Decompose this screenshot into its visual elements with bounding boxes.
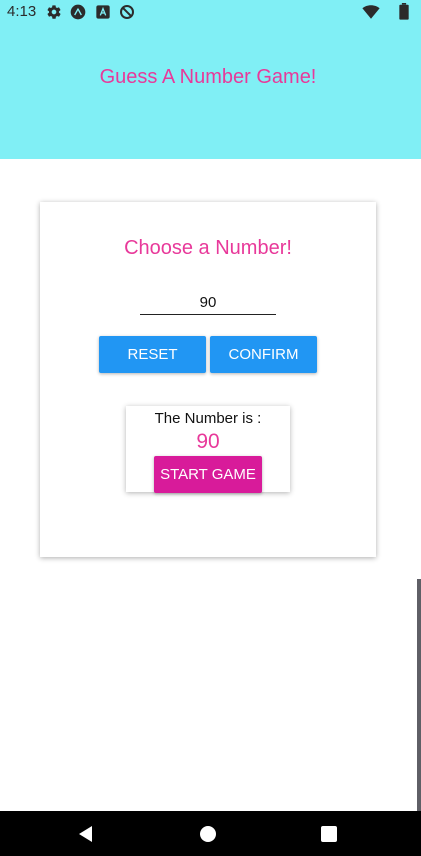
app-icon bbox=[96, 5, 110, 19]
gear-icon bbox=[47, 5, 61, 19]
start-game-button[interactable]: START GAME bbox=[154, 456, 262, 493]
scrollbar[interactable] bbox=[417, 579, 421, 811]
home-icon[interactable] bbox=[197, 823, 219, 845]
header-title: Guess A Number Game! bbox=[99, 66, 317, 88]
expo-icon bbox=[70, 4, 86, 20]
selected-number-label: The Number is : bbox=[154, 410, 262, 427]
selected-number-card: The Number is : 90 START GAME bbox=[126, 406, 290, 493]
status-bar: 4:13 bbox=[0, 0, 421, 24]
start-game-card: Choose a Number! RESET CONFIRM The Numbe… bbox=[40, 202, 376, 557]
card-title: Choose a Number! bbox=[124, 237, 292, 259]
number-input[interactable] bbox=[140, 290, 276, 315]
recents-icon[interactable] bbox=[318, 823, 340, 845]
reset-button[interactable]: RESET bbox=[99, 336, 206, 373]
back-icon[interactable] bbox=[75, 823, 97, 845]
no-entry-icon bbox=[120, 5, 134, 19]
selected-number-value: 90 bbox=[196, 430, 220, 453]
app-header: 4:13 Guess A Number Game! bbox=[0, 0, 421, 159]
wifi-icon bbox=[362, 5, 380, 19]
navigation-bar bbox=[0, 811, 421, 856]
battery-icon bbox=[399, 3, 409, 20]
confirm-button[interactable]: CONFIRM bbox=[210, 336, 317, 373]
status-time: 4:13 bbox=[7, 3, 37, 20]
